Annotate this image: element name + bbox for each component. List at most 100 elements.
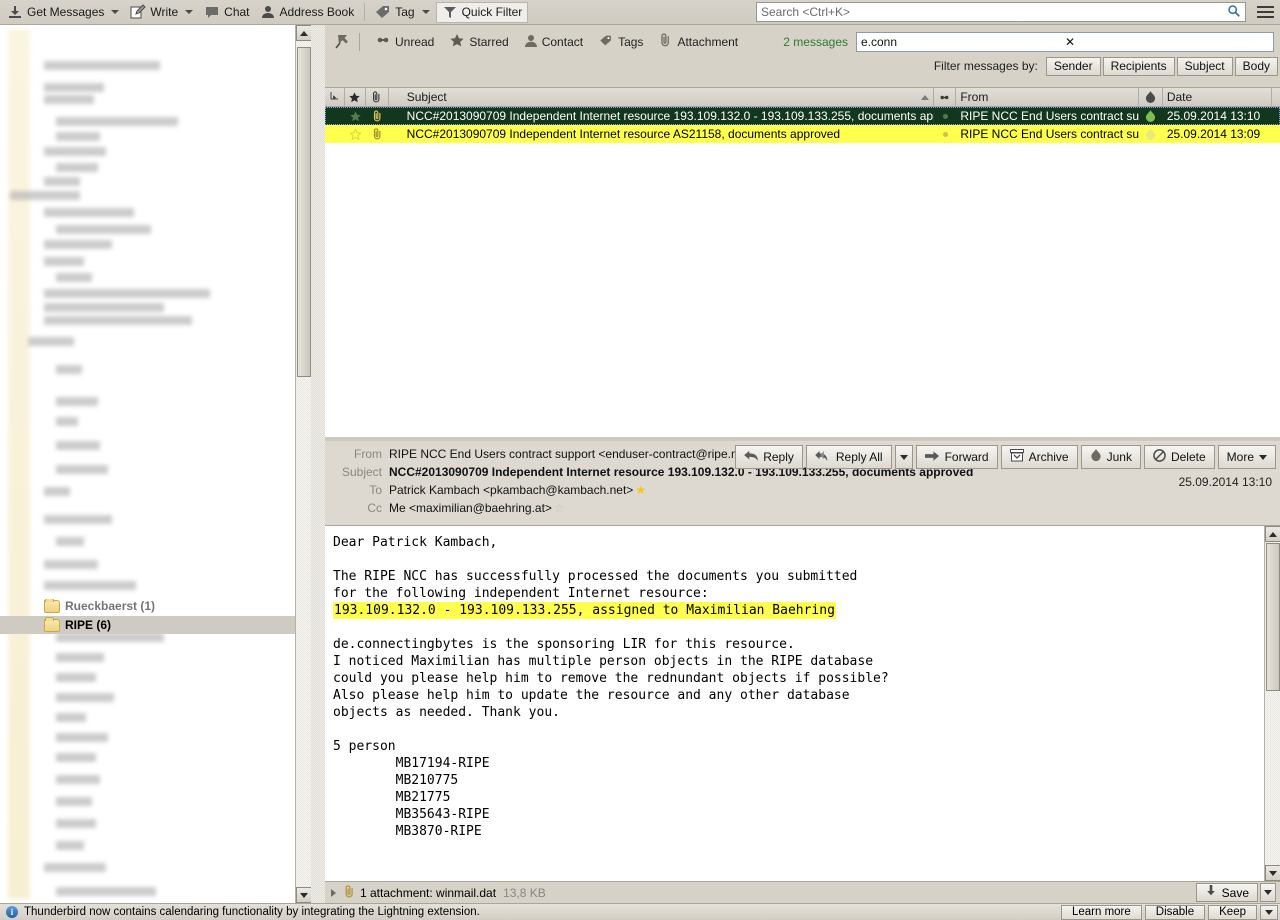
tag-caret-icon[interactable] — [421, 10, 430, 14]
sidebar-item-redacted[interactable] — [56, 365, 82, 374]
sidebar-item-redacted[interactable] — [44, 95, 94, 104]
message-body-scrollbar[interactable] — [1264, 526, 1280, 881]
pin-filter-icon[interactable] — [333, 31, 355, 53]
sidebar-item-redacted[interactable] — [56, 417, 78, 426]
junk-button[interactable]: Junk — [1080, 445, 1141, 469]
notification-dropdown-button[interactable] — [1260, 904, 1278, 920]
sidebar-item-redacted[interactable] — [56, 819, 96, 828]
filter-starred-button[interactable]: Starred — [442, 31, 516, 53]
message-body[interactable]: Dear Patrick Kambach, The RIPE NCC has s… — [325, 526, 1264, 881]
sidebar-item-redacted[interactable] — [56, 841, 84, 850]
cc-star-icon[interactable]: ☆ — [554, 501, 565, 515]
address-book-button[interactable]: Address Book — [255, 2, 360, 23]
scrollbar-thumb[interactable] — [1266, 543, 1280, 691]
filter-tags-button[interactable]: Tags — [591, 31, 651, 53]
sidebar-item-redacted[interactable] — [44, 147, 106, 156]
sidebar-item-redacted[interactable] — [44, 289, 210, 298]
search-icon[interactable] — [1227, 4, 1241, 21]
sidebar-item-redacted[interactable] — [10, 191, 80, 200]
sidebar-item-redacted[interactable] — [44, 487, 70, 496]
quick-filter-search-input[interactable]: e.conn ✕ — [856, 31, 1274, 52]
column-from[interactable]: From — [956, 88, 1139, 106]
sidebar-item-redacted[interactable] — [56, 653, 104, 662]
scope-subject-button[interactable]: Subject — [1176, 56, 1233, 76]
sidebar-item-redacted[interactable] — [56, 693, 114, 702]
forward-button[interactable]: Forward — [915, 445, 998, 469]
sidebar-item-redacted[interactable] — [56, 163, 98, 172]
scroll-down-button[interactable] — [1265, 865, 1280, 881]
row-junk-icon[interactable] — [1139, 127, 1163, 141]
folder-pane-scrollbar[interactable] — [295, 25, 311, 903]
sidebar-item-redacted[interactable] — [56, 775, 100, 784]
folder-pane[interactable]: Rueckbaerst (1) RIPE (6) skinderoupenquh… — [0, 25, 311, 903]
sidebar-item-redacted[interactable] — [56, 673, 96, 682]
app-menu-button[interactable] — [1252, 0, 1278, 25]
more-button[interactable]: More — [1217, 445, 1276, 469]
reply-dropdown-button[interactable] — [894, 445, 913, 469]
sidebar-item-redacted[interactable] — [56, 713, 86, 722]
expand-attachments-icon[interactable] — [331, 888, 336, 897]
filter-contact-button[interactable]: Contact — [517, 31, 591, 53]
attachment-label[interactable]: 1 attachment: winmail.dat — [360, 886, 496, 900]
pane-splitter-vertical[interactable] — [311, 25, 325, 903]
scope-recipients-button[interactable]: Recipients — [1102, 56, 1175, 76]
scrollbar-thumb[interactable] — [297, 47, 311, 377]
delete-button[interactable]: Delete — [1143, 445, 1215, 469]
column-date[interactable]: Date — [1163, 88, 1272, 106]
chat-button[interactable]: Chat — [199, 2, 254, 23]
sidebar-item-redacted[interactable] — [44, 316, 192, 325]
from-value[interactable]: RIPE NCC End Users contract support <end… — [389, 447, 755, 461]
row-subject[interactable]: NCC#2013090709 Independent Internet reso… — [389, 109, 935, 123]
column-starred[interactable] — [345, 88, 366, 106]
column-picker[interactable] — [1272, 88, 1280, 106]
quick-filter-button[interactable]: Quick Filter — [435, 1, 529, 23]
cc-value[interactable]: Me <maximilian@baehring.at> — [389, 501, 552, 515]
sidebar-item-redacted[interactable] — [44, 208, 134, 217]
sidebar-item-redacted[interactable] — [56, 225, 151, 234]
sidebar-item-redacted[interactable] — [44, 257, 84, 266]
clear-filter-icon[interactable]: ✕ — [1063, 36, 1269, 48]
save-attachment-button[interactable]: Save — [1195, 883, 1258, 902]
table-row[interactable]: NCC#2013090709 Independent Internet reso… — [325, 107, 1280, 125]
sidebar-item-redacted[interactable] — [56, 537, 84, 546]
sidebar-item-redacted[interactable] — [28, 337, 74, 346]
sidebar-item-redacted[interactable] — [56, 397, 98, 406]
search-input[interactable]: Search <Ctrl+K> — [756, 2, 1246, 22]
message-list[interactable]: Subject From Date NCC#2013090709 Indepen… — [325, 88, 1280, 437]
learn-more-button[interactable]: Learn more — [1060, 904, 1142, 920]
reply-all-button[interactable]: Reply All — [805, 445, 892, 469]
sidebar-item-rueckbaerst[interactable]: Rueckbaerst (1) — [0, 599, 295, 613]
sidebar-item-redacted[interactable] — [44, 240, 112, 249]
sidebar-item-redacted[interactable] — [56, 465, 108, 474]
reply-button[interactable]: Reply — [735, 445, 803, 469]
row-junk-icon[interactable] — [1139, 109, 1163, 123]
scope-sender-button[interactable]: Sender — [1045, 56, 1101, 76]
sidebar-item-redacted[interactable] — [44, 560, 98, 569]
column-subject[interactable]: Subject — [389, 88, 935, 106]
sidebar-item-redacted[interactable] — [56, 887, 156, 896]
sidebar-item-redacted[interactable] — [56, 117, 178, 126]
sidebar-item-redacted[interactable] — [44, 515, 112, 524]
sidebar-item-redacted[interactable] — [44, 581, 136, 590]
column-unread[interactable] — [934, 88, 957, 106]
sidebar-item-redacted[interactable] — [56, 132, 100, 141]
get-messages-button[interactable]: Get Messages — [2, 2, 109, 23]
sidebar-item-ripe[interactable]: RIPE (6) — [0, 616, 311, 634]
filter-attachment-button[interactable]: Attachment — [651, 31, 746, 53]
sidebar-item-redacted[interactable] — [56, 797, 92, 806]
sidebar-item-redacted[interactable] — [56, 441, 100, 450]
row-from[interactable]: RIPE NCC End Users contract support — [956, 109, 1139, 123]
scroll-down-button[interactable] — [296, 887, 311, 903]
to-value[interactable]: Patrick Kambach <pkambach@kambach.net> — [389, 483, 633, 497]
scroll-up-button[interactable] — [296, 25, 311, 41]
write-button[interactable]: Write — [125, 2, 183, 23]
row-star-icon[interactable] — [345, 128, 366, 140]
sidebar-item-redacted[interactable] — [44, 83, 104, 92]
save-dropdown-button[interactable] — [1260, 883, 1276, 902]
to-star-icon[interactable]: ★ — [635, 483, 646, 497]
sidebar-item-redacted[interactable] — [44, 177, 80, 186]
scope-body-button[interactable]: Body — [1234, 56, 1278, 76]
filter-unread-button[interactable]: Unread — [368, 31, 442, 53]
keep-button[interactable]: Keep — [1208, 904, 1257, 920]
sidebar-item-redacted[interactable] — [56, 753, 96, 762]
